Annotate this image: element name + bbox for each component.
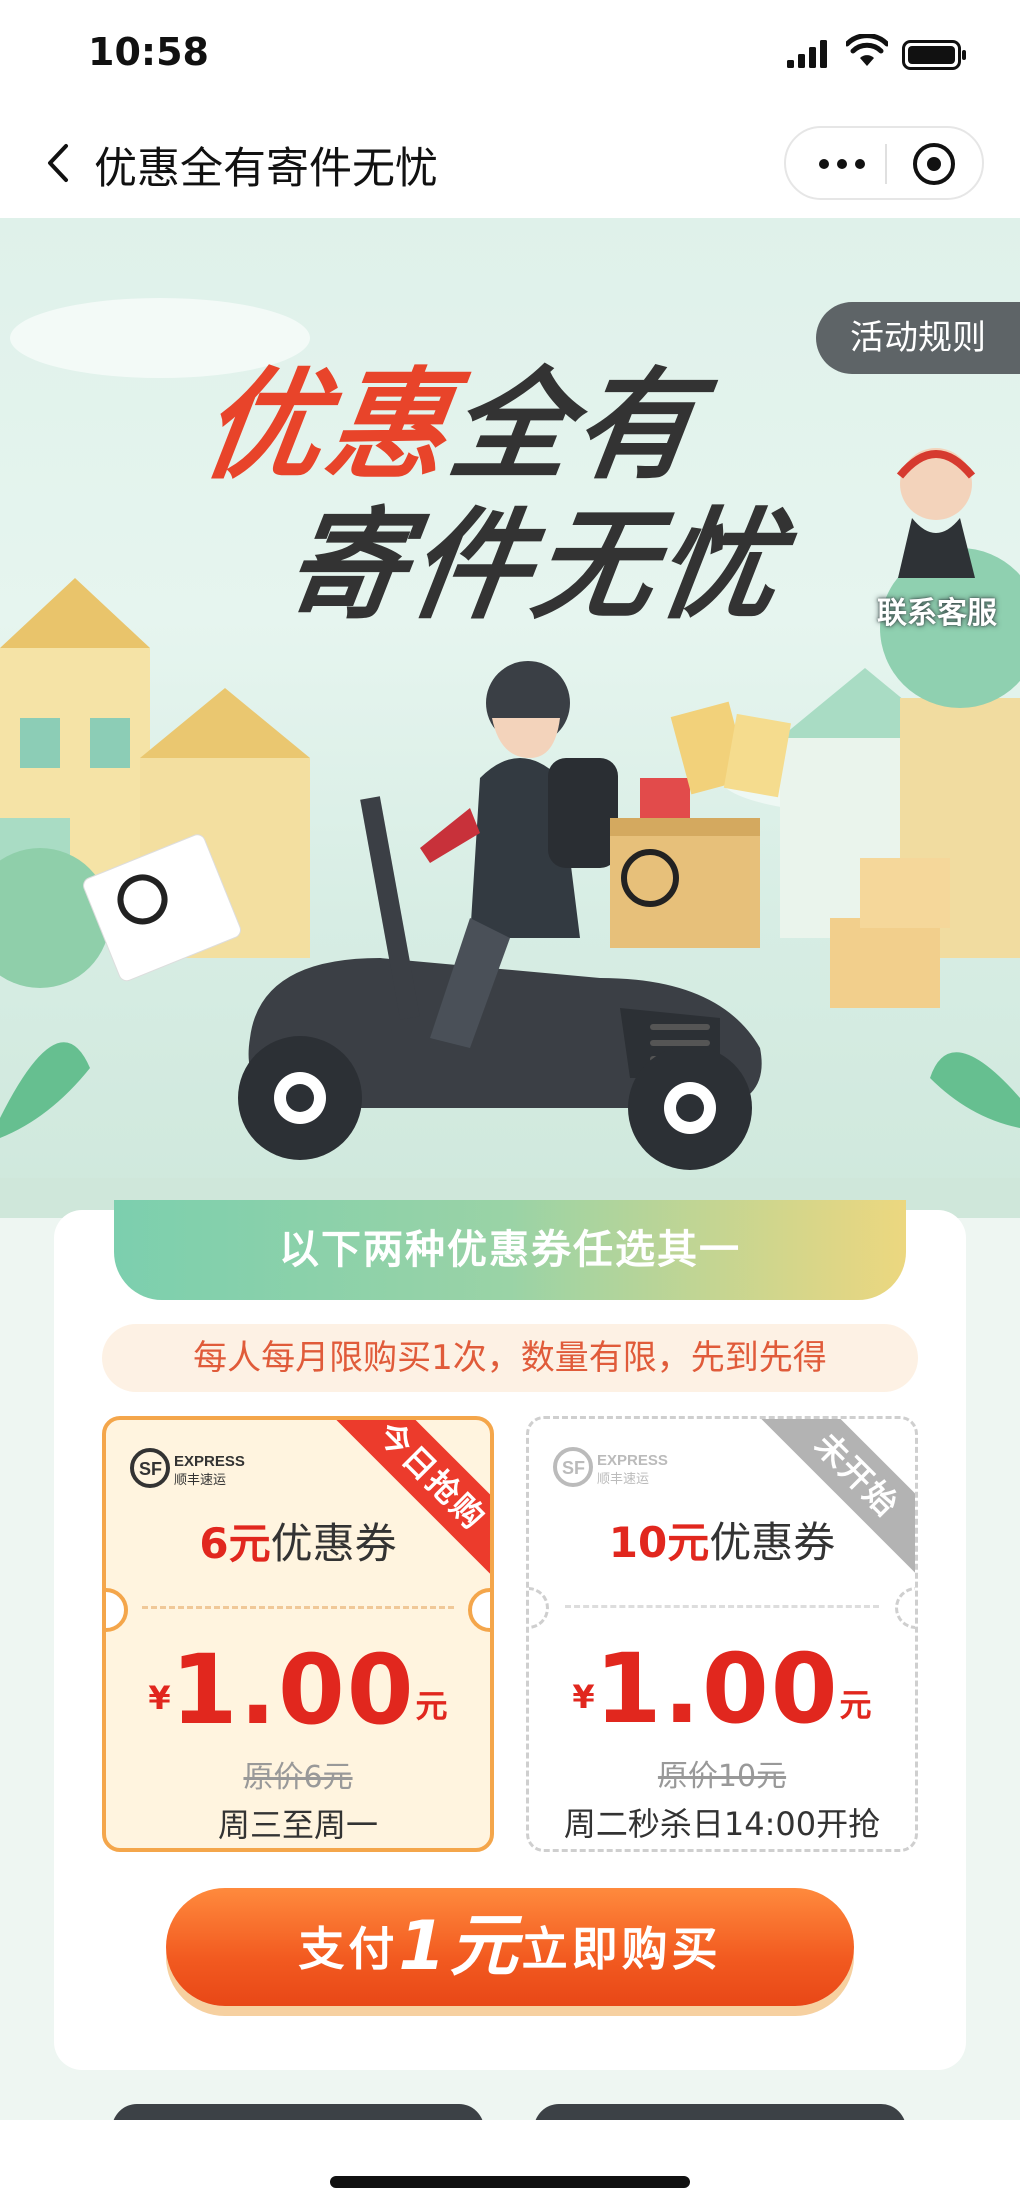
back-arrow-icon[interactable] — [40, 138, 80, 188]
svg-text:SF: SF — [139, 1459, 162, 1479]
buy-button-pre: 支付 — [298, 1922, 399, 1976]
sf-express-logo: SF EXPRESS 顺丰速运 — [130, 1448, 245, 1488]
price-amount: 1.00 — [170, 1634, 416, 1746]
customer-service-label: 联系客服 — [877, 596, 997, 631]
coupon-notch — [468, 1588, 490, 1632]
customer-service-button[interactable]: 联系客服 — [862, 438, 1012, 638]
close-icon[interactable] — [910, 140, 958, 188]
offer-banner: 以下两种优惠券任选其一 — [114, 1200, 906, 1300]
nav-bar: 优惠全有寄件无忧 — [0, 110, 1020, 218]
capsule-divider — [885, 144, 887, 184]
coupon-10-yuan[interactable]: SF EXPRESS 顺丰速运 未开始 10元优惠券 ¥1.00元 原价10元 … — [526, 1416, 918, 1852]
coupon-price: ¥1.00元 — [106, 1634, 490, 1746]
svg-text:SF: SF — [562, 1458, 585, 1478]
coupon-notch — [895, 1587, 915, 1629]
coupon-title: 6元优惠券 — [106, 1510, 490, 1571]
page-title: 优惠全有寄件无忧 — [94, 144, 438, 194]
more-icon[interactable] — [812, 144, 872, 184]
coupon-divider — [565, 1605, 879, 1608]
offer-card: 以下两种优惠券任选其一 每人每月限购买1次，数量有限，先到先得 SF EXPRE… — [54, 1200, 966, 2070]
coupon-availability: 周二秒杀日14:00开抢 — [563, 1805, 881, 1843]
battery-icon — [902, 40, 966, 70]
coupon-notch — [106, 1588, 128, 1632]
buy-button-amount: 1元 — [398, 1907, 522, 1986]
coupon-price: ¥1.00元 — [529, 1633, 915, 1745]
svg-text:EXPRESS: EXPRESS — [174, 1453, 245, 1470]
bottom-safe-area — [0, 2120, 1020, 2207]
currency-symbol: ¥ — [572, 1678, 595, 1716]
coupon-6-yuan[interactable]: SF EXPRESS 顺丰速运 今日抢购 6元优惠券 ¥1.00元 原价6元 周… — [102, 1416, 494, 1852]
buy-button-post: 立即购买 — [521, 1922, 722, 1976]
coupon-notch — [529, 1587, 549, 1629]
coupon-value: 10元 — [608, 1518, 710, 1567]
original-price: 原价6元 — [243, 1760, 353, 1795]
svg-text:顺丰速运: 顺丰速运 — [597, 1472, 649, 1487]
hero-banner: 活动规则 优惠全有 寄件无忧 联系客服 — [0, 218, 1020, 1218]
price-unit: 元 — [415, 1687, 448, 1725]
status-time: 10:58 — [88, 30, 209, 74]
mini-program-capsule — [784, 126, 984, 200]
purchase-limit-note: 每人每月限购买1次，数量有限，先到先得 — [102, 1324, 918, 1392]
coupon-divider — [142, 1606, 454, 1609]
price-amount: 1.00 — [594, 1633, 840, 1745]
home-indicator[interactable] — [330, 2176, 690, 2188]
svg-text:顺丰速运: 顺丰速运 — [174, 1473, 226, 1488]
original-price: 原价10元 — [657, 1759, 787, 1794]
coupon-availability: 周三至周一 — [217, 1806, 378, 1844]
activity-rules-button[interactable]: 活动规则 — [816, 302, 1020, 374]
status-bar: 10:58 — [0, 0, 1020, 110]
signal-icon — [787, 40, 827, 68]
coupon-value: 6元 — [199, 1519, 271, 1568]
buy-now-button[interactable]: 支付1元立即购买 — [166, 1888, 854, 2006]
svg-text:EXPRESS: EXPRESS — [597, 1452, 668, 1469]
price-unit: 元 — [839, 1686, 872, 1724]
coupon-title: 10元优惠券 — [529, 1509, 915, 1570]
wifi-icon — [846, 34, 888, 66]
headline-line-2: 寄件无忧 — [276, 497, 793, 636]
sf-express-logo: SF EXPRESS 顺丰速运 — [553, 1447, 668, 1487]
coupon-suffix: 优惠券 — [270, 1519, 397, 1568]
currency-symbol: ¥ — [148, 1679, 171, 1717]
offer-banner-text: 以下两种优惠券任选其一 — [279, 1227, 741, 1273]
coupon-suffix: 优惠券 — [709, 1518, 836, 1567]
